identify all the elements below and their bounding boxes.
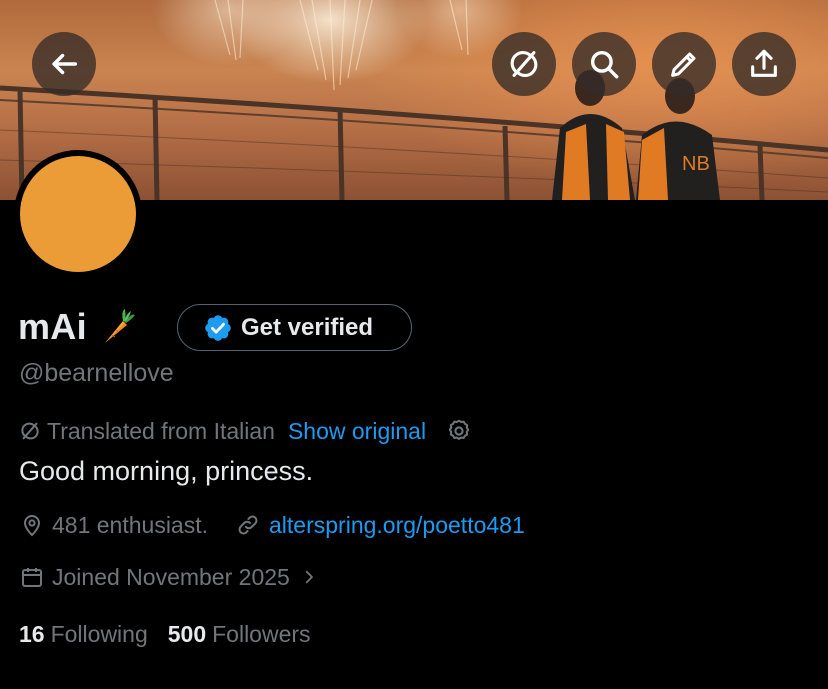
followers-link[interactable]: 500 Followers xyxy=(168,621,311,648)
joined-row: Joined November 2025 xyxy=(20,561,318,593)
search-icon xyxy=(590,50,619,79)
followers-count: 500 xyxy=(167,620,207,647)
search-button[interactable] xyxy=(572,32,636,96)
translation-row: Translated from Italian Show original xyxy=(19,416,472,446)
translate-button[interactable] xyxy=(492,32,556,96)
translated-from-label: Translated from Italian xyxy=(47,417,275,444)
avatar-image xyxy=(20,156,136,272)
website-link[interactable]: alterspring.org/poetto481 xyxy=(269,512,525,539)
show-original-link[interactable]: Show original xyxy=(288,418,426,445)
bio-text: Good morning, princess. xyxy=(19,456,314,486)
following-label: Following xyxy=(50,620,148,647)
gear-icon[interactable] xyxy=(446,418,472,444)
avatar[interactable] xyxy=(14,150,142,278)
edit-button[interactable] xyxy=(652,32,716,96)
following-count: 16 xyxy=(19,620,45,647)
share-button[interactable] xyxy=(732,32,796,96)
back-icon xyxy=(52,53,78,75)
edit-icon xyxy=(671,52,696,77)
display-name: mAi xyxy=(18,306,87,347)
name-row: mAi xyxy=(18,304,137,350)
username-handle: @bearnellove xyxy=(19,359,174,387)
profile-meta-row: 481 enthusiast. alterspring.org/poetto48… xyxy=(20,509,525,541)
calendar-icon xyxy=(22,568,42,587)
joined-date: Joined November 2025 xyxy=(52,563,290,590)
back-button[interactable] xyxy=(32,32,96,96)
carrot-emoji-icon xyxy=(104,309,135,343)
chevron-right-icon[interactable] xyxy=(300,568,318,586)
location-pin-icon xyxy=(23,515,41,537)
link-icon xyxy=(238,515,258,535)
get-verified-label: Get verified xyxy=(241,313,374,341)
get-verified-button[interactable]: Get verified xyxy=(177,304,412,351)
share-icon xyxy=(751,49,777,77)
translate-icon xyxy=(21,422,39,440)
followers-label: Followers xyxy=(212,620,311,647)
verified-badge-icon xyxy=(205,314,231,341)
svg-text:NB: NB xyxy=(682,153,710,175)
following-link[interactable]: 16 Following xyxy=(19,621,148,648)
translate-icon xyxy=(510,50,538,78)
follow-stats: 16 Following 500 Followers xyxy=(19,618,311,650)
location-text: 481 enthusiast. xyxy=(52,511,209,538)
